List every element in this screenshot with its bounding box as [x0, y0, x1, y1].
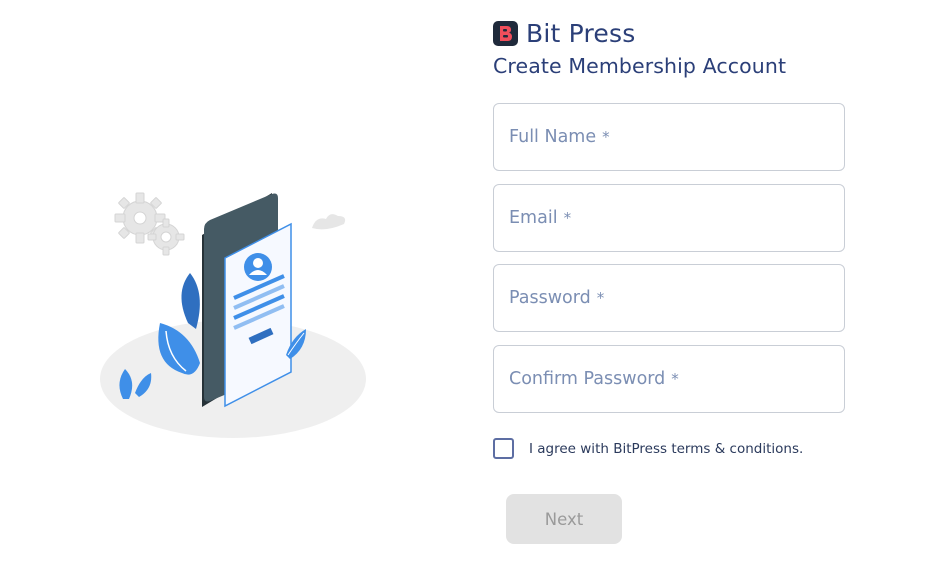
password-placeholder: Password — [509, 288, 591, 308]
confirm-password-input[interactable]: Confirm Password * — [493, 345, 845, 413]
confirm-password-placeholder: Confirm Password — [509, 369, 666, 389]
full-name-input[interactable]: Full Name * — [493, 103, 845, 171]
required-mark: * — [563, 209, 572, 227]
registration-form: Bit Press Create Membership Account Full… — [493, 18, 845, 544]
required-mark: * — [671, 370, 679, 388]
bitpress-logo-icon — [493, 20, 518, 46]
full-name-placeholder: Full Name — [509, 127, 597, 147]
mobile-signup-illustration — [90, 175, 380, 445]
next-button[interactable]: Next — [506, 494, 622, 544]
terms-checkbox[interactable] — [493, 438, 514, 459]
terms-agreement: I agree with BitPress terms & conditions… — [493, 438, 803, 459]
brand: Bit Press — [493, 18, 845, 48]
password-input[interactable]: Password * — [493, 264, 845, 332]
terms-label: I agree with BitPress terms & conditions… — [529, 440, 804, 457]
required-mark: * — [596, 289, 605, 307]
email-placeholder: Email — [509, 208, 558, 228]
registration-page: Bit Press Create Membership Account Full… — [0, 0, 937, 561]
page-title: Create Membership Account — [493, 54, 787, 78]
brand-name: Bit Press — [526, 18, 636, 48]
required-mark: * — [602, 128, 610, 146]
email-input[interactable]: Email * — [493, 184, 845, 252]
